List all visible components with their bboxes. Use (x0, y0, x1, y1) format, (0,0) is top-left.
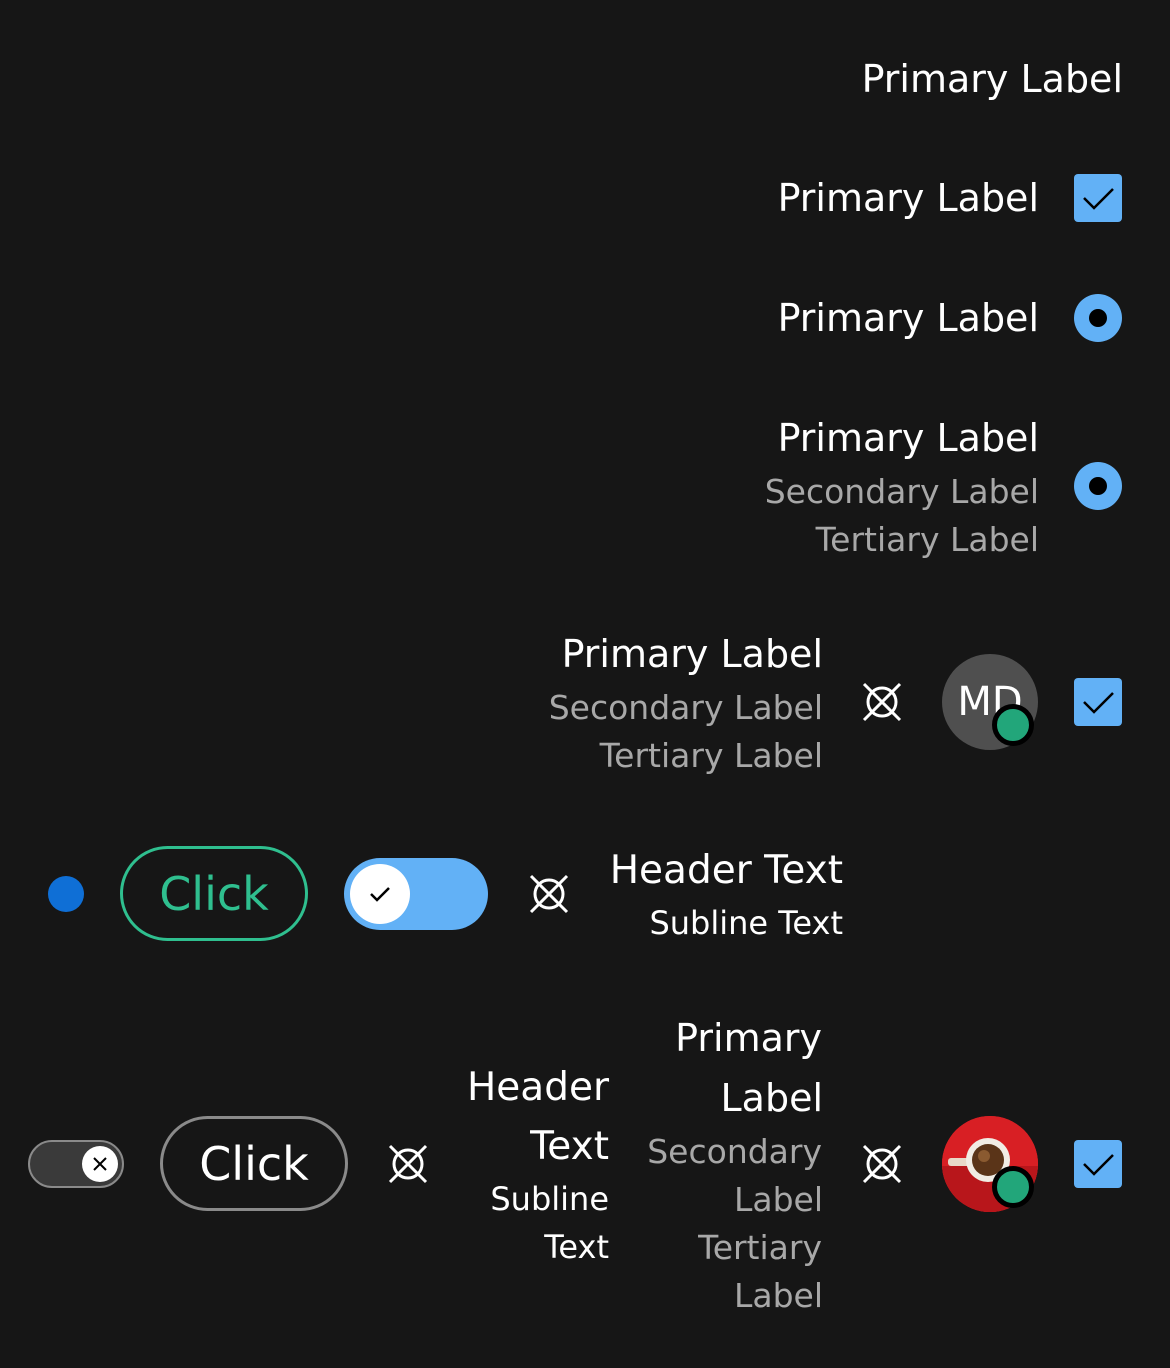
secondary-label-line1: Secondary (647, 1132, 822, 1171)
check-icon (1083, 188, 1114, 210)
tertiary-label-line2: Label (733, 1276, 823, 1315)
avatar-initials[interactable]: MD (942, 654, 1038, 750)
click-button-outline[interactable]: Click (160, 1116, 348, 1211)
check-icon (1083, 692, 1114, 714)
toggle-switch-off[interactable] (28, 1140, 124, 1188)
primary-label-line2: Label (720, 1076, 823, 1120)
subline-text-line1: Subline (490, 1180, 609, 1218)
row5-checkbox[interactable] (1074, 678, 1122, 726)
subline-text: Subline Text (649, 904, 843, 942)
radio-dot (1089, 477, 1107, 495)
no-image-placeholder-icon[interactable] (386, 1142, 430, 1186)
secondary-label-line2: Label (733, 1180, 823, 1219)
no-image-placeholder-icon[interactable] (860, 1142, 904, 1186)
row4-primary-label: Primary Label (777, 416, 1039, 460)
row5-secondary-label: Secondary Label (548, 688, 823, 727)
radio-dot (1089, 309, 1107, 327)
row3-primary-label: Primary Label (777, 296, 1039, 340)
toggle-knob (350, 864, 410, 924)
row2-primary-label: Primary Label (777, 176, 1039, 220)
avatar-photo[interactable] (942, 1116, 1038, 1212)
row7-checkbox[interactable] (1074, 1140, 1122, 1188)
row3-radio[interactable] (1074, 294, 1122, 342)
online-status-dot (992, 704, 1034, 746)
subline-text-line2: Text (544, 1228, 609, 1266)
row4-tertiary-label: Tertiary Label (815, 520, 1039, 559)
click-button-green[interactable]: Click (120, 846, 308, 941)
no-image-placeholder-icon[interactable] (860, 680, 904, 724)
row5-tertiary-label: Tertiary Label (599, 736, 823, 775)
status-dot-blue (48, 876, 84, 912)
toggle-switch-on[interactable] (344, 858, 488, 930)
toggle-knob (82, 1146, 118, 1182)
no-image-placeholder-icon[interactable] (527, 872, 571, 916)
row5-primary-label: Primary Label (561, 632, 823, 676)
row2-checkbox[interactable] (1074, 174, 1122, 222)
tertiary-label-line1: Tertiary (698, 1228, 822, 1267)
check-icon (1083, 1154, 1114, 1176)
header-text-line2: Text (530, 1124, 609, 1169)
row4-radio[interactable] (1074, 462, 1122, 510)
close-icon (93, 1157, 107, 1171)
header-text-line1: Header (466, 1065, 609, 1110)
header-text: Header Text (609, 848, 843, 893)
check-icon (370, 887, 390, 902)
online-status-dot (992, 1166, 1034, 1208)
row1-primary-label: Primary Label (861, 57, 1123, 101)
row4-secondary-label: Secondary Label (764, 472, 1039, 511)
primary-label-line1: Primary (675, 1016, 822, 1060)
